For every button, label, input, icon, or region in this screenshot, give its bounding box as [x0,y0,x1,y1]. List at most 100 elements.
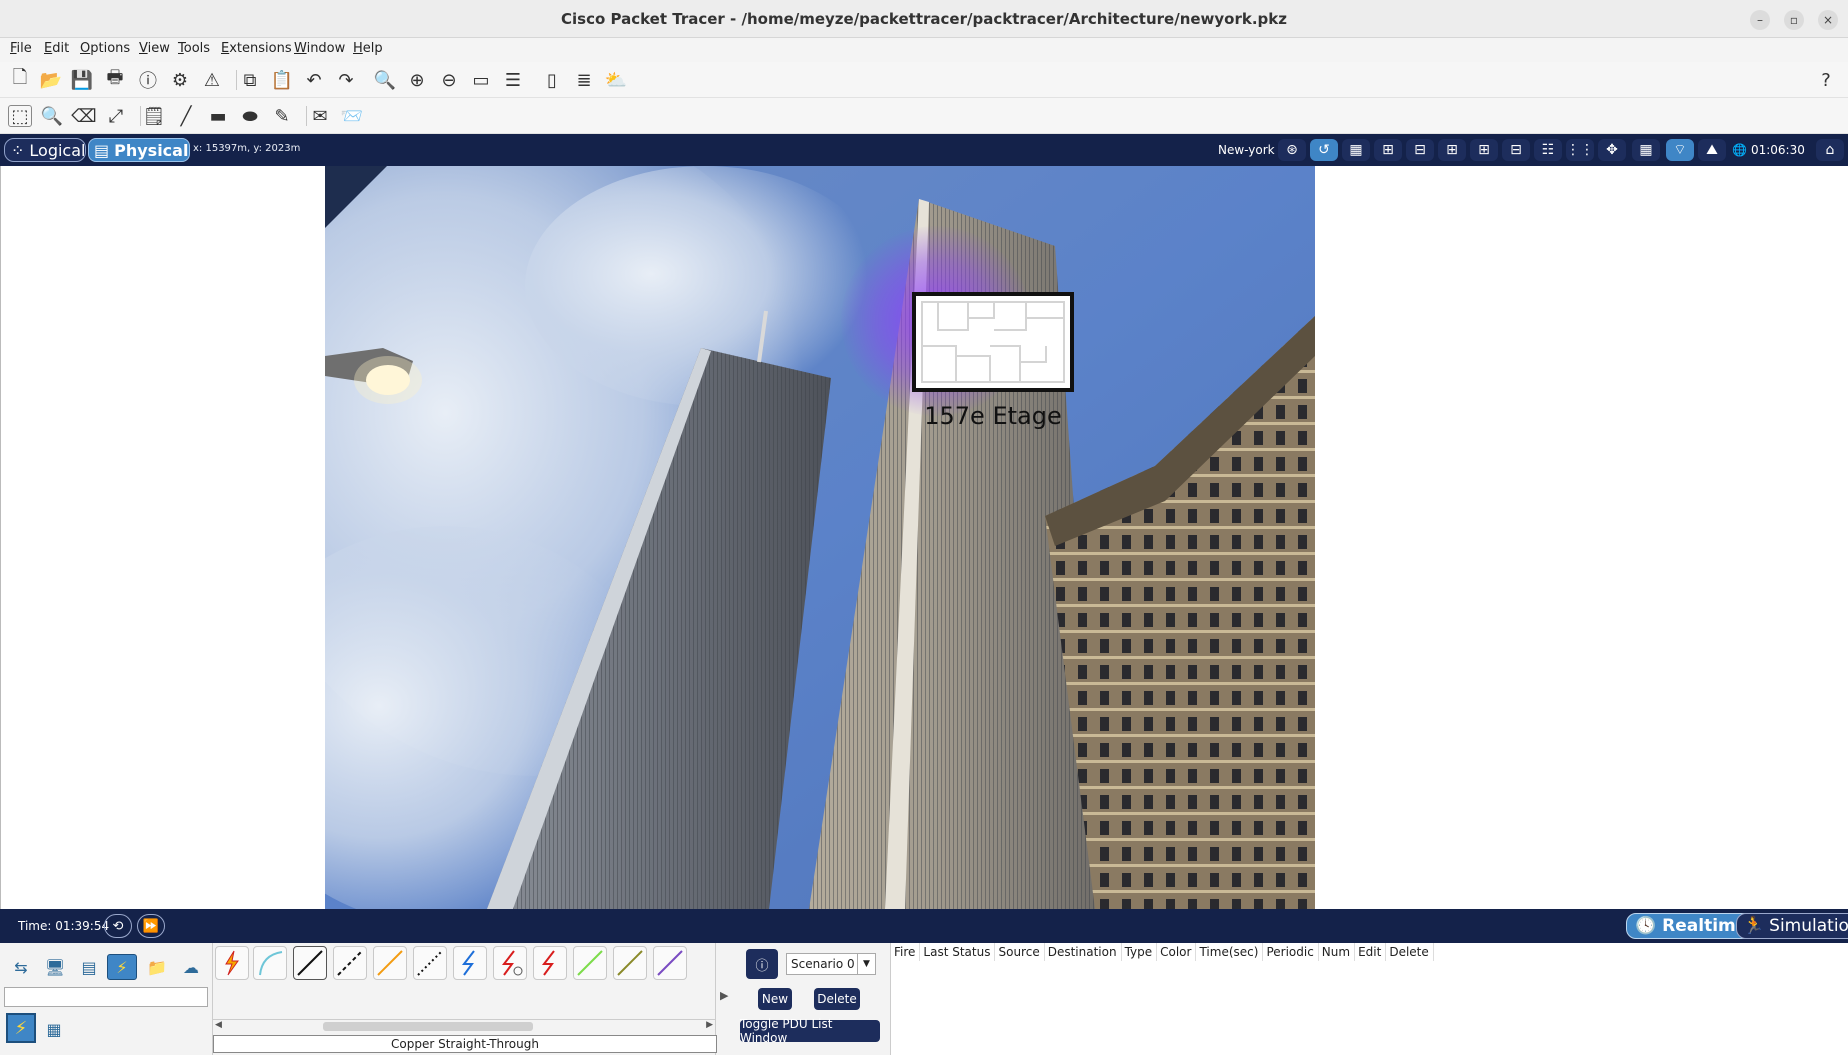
drawing-palette-icon[interactable]: ▭ [469,69,493,91]
scroll-thumb[interactable] [323,1022,533,1031]
new-city-icon[interactable]: ▦ [1342,139,1370,161]
info-icon[interactable]: ⓘ [136,69,160,92]
octal-cable-icon[interactable] [573,946,607,980]
simulation-mode-button[interactable]: 🏃 Simulation [1736,913,1848,939]
zoom-reset-icon[interactable]: ⊕ [405,69,429,91]
rectangle-icon[interactable]: ▬ [206,105,230,127]
end-devices-icon[interactable]: 🖥 [40,954,70,980]
navigation-icon[interactable]: ⊛ [1278,139,1306,161]
tab-physical[interactable]: ▤ Physical [88,138,190,162]
scroll-right-icon[interactable]: ▶ [706,1020,713,1030]
network-wizard-icon[interactable]: ⚙ [168,69,192,91]
location-label: New-york [1218,143,1275,157]
copper-straight-through-icon[interactable] [293,946,327,980]
delete-scenario-button[interactable]: Delete [814,988,860,1010]
note-icon[interactable]: 🗒 [142,105,166,127]
new-container-icon[interactable]: ⊟ [1502,139,1530,161]
automatic-cable-icon[interactable] [215,946,249,980]
serial-dce-cable-icon[interactable] [493,946,527,980]
tile-view-icon[interactable]: ▦ [1632,139,1660,161]
custom-device-icon[interactable]: ☰ [501,69,525,91]
new-building-icon[interactable]: ⊞ [1374,139,1402,161]
toggle-pdu-list-button[interactable]: Toggle PDU List Window [740,1017,880,1045]
delete-icon[interactable]: ⌫ [71,105,96,127]
background-image-icon[interactable]: ⛰ [1698,139,1726,161]
minimize-button[interactable]: – [1750,10,1770,30]
tab-logical[interactable]: ⁘ Logical [4,138,86,162]
pdu-list-table: Fire Last Status Source Destination Type… [890,943,1848,1055]
console-cable-icon[interactable] [253,946,287,980]
home-icon[interactable]: ⌂ [1816,139,1844,161]
coaxial-cable-icon[interactable] [453,946,487,980]
save-icon[interactable]: 💾 [70,69,94,91]
open-folder-icon[interactable]: 📂 [39,69,63,91]
cluster-icon[interactable]: ≣ [572,69,596,91]
redo-icon[interactable]: ↷ [334,69,358,91]
menu-edit[interactable]: Edit [44,41,69,56]
miscellaneous-icon[interactable]: 📁 [142,954,172,980]
scroll-left-icon[interactable]: ◀ [215,1020,222,1030]
select-icon[interactable]: ⬚ [8,105,32,127]
move-icon[interactable]: ✥ [1598,139,1626,161]
multiuser-cloud-icon[interactable]: ☁ [176,954,206,980]
zoom-in-icon[interactable]: 🔍 [373,69,397,91]
viewport-icon[interactable]: ▯ [540,69,564,91]
menu-file[interactable]: File [10,41,32,56]
new-closet-icon[interactable]: ⊟ [1406,139,1434,161]
fast-forward-icon[interactable]: ⏩ [137,914,165,938]
connections-icon[interactable]: ⚡ [107,954,137,980]
scenario-select[interactable]: Scenario 0 ▼ [786,953,876,975]
help-icon[interactable]: ? [1814,69,1838,91]
components-icon[interactable]: ▤ [74,954,104,980]
usb-cable-icon[interactable] [653,946,687,980]
print-icon[interactable]: 🖶 [103,67,127,91]
menu-options[interactable]: Options [80,41,130,56]
new-file-icon[interactable]: 🗋 [8,67,32,91]
simple-pdu-icon[interactable]: ✉ [308,105,332,127]
restore-button[interactable]: ▫ [1784,10,1804,30]
resize-icon[interactable]: ⤢ [104,105,128,127]
device-search-input[interactable] [4,987,208,1007]
inspect-icon[interactable]: 🔍 [40,105,64,127]
copper-cross-over-icon[interactable] [333,946,367,980]
column-header: Type [1122,943,1158,961]
scenario-value: Scenario 0 [791,957,855,971]
activity-wizard-icon[interactable]: ⚠ [200,69,224,91]
cable-scrollbar[interactable]: ◀ ▶ [213,1019,715,1033]
menu-extensions[interactable]: Extensions [221,41,292,56]
logical-icon: ⁘ [11,140,25,160]
collapse-arrow-icon[interactable]: ▶ [720,989,728,1002]
new-table-icon[interactable]: ⊞ [1470,139,1498,161]
physical-workspace[interactable]: 157e Etage [0,166,1848,909]
menu-window[interactable]: Window [294,41,345,56]
fiber-cable-icon[interactable] [373,946,407,980]
menu-view[interactable]: View [139,41,170,56]
network-devices-icon[interactable]: ⇆ [6,954,36,980]
complex-pdu-icon[interactable]: 📨 [340,105,364,127]
undo-icon[interactable]: ↶ [302,69,326,91]
wireless-icon[interactable]: ⌔ [1666,139,1694,161]
menu-help[interactable]: Help [353,41,383,56]
serial-dte-cable-icon[interactable] [533,946,567,980]
connections-subtype-icon[interactable]: ⚡ [6,1013,36,1043]
cloud-icon[interactable]: ⛅ [604,69,628,91]
floor-icon[interactable] [912,292,1074,392]
power-cycle-icon[interactable]: ⟲ [104,914,132,938]
phone-cable-icon[interactable] [413,946,447,980]
close-button[interactable]: × [1818,10,1838,30]
new-rack-icon[interactable]: ⊞ [1438,139,1466,161]
iot-custom-cable-icon[interactable] [613,946,647,980]
list-icon[interactable]: ☷ [1534,139,1562,161]
freeform-icon[interactable]: ✎ [270,105,294,127]
line-icon[interactable]: ╱ [174,105,198,127]
ellipse-icon[interactable]: ⬬ [238,105,262,127]
copy-icon[interactable]: ⧉ [238,69,262,91]
new-scenario-button[interactable]: New [758,988,792,1010]
menu-tools[interactable]: Tools [178,41,210,56]
grid-icon[interactable]: ⋮⋮ [1566,139,1594,161]
back-icon[interactable]: ↺ [1310,139,1338,161]
scenario-info-icon[interactable]: ⓘ [746,949,778,979]
zoom-out-icon[interactable]: ⊖ [437,69,461,91]
paste-icon[interactable]: 📋 [270,69,294,91]
structured-cabling-icon[interactable]: ▦ [44,1019,64,1039]
